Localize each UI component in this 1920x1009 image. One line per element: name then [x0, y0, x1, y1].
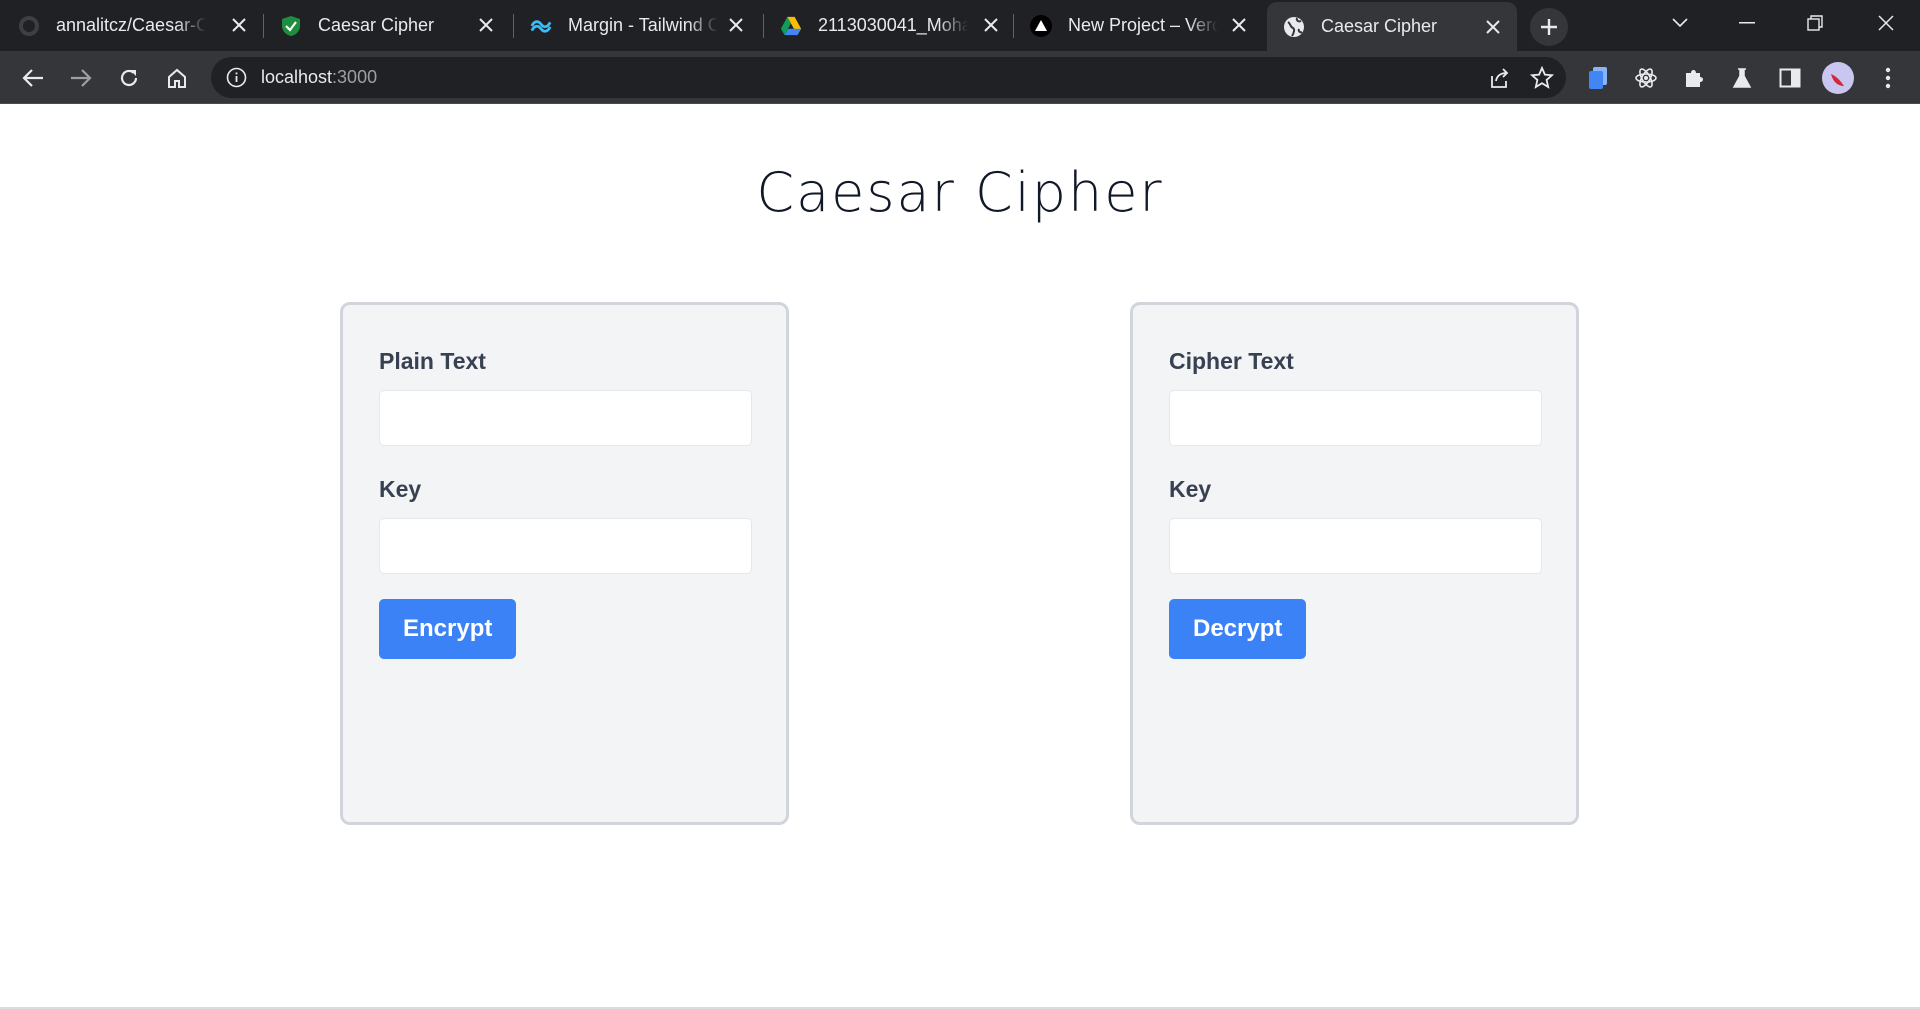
cipher-text-label: Cipher Text — [1169, 348, 1294, 374]
forward-button[interactable] — [65, 62, 97, 94]
cipher-text-input[interactable] — [1169, 390, 1542, 446]
page-title: Caesar Cipher — [756, 161, 1164, 224]
minimize-button[interactable] — [1727, 8, 1767, 38]
labs-button[interactable] — [1726, 62, 1758, 94]
more-vert-icon — [1885, 67, 1891, 89]
tab-vercel[interactable]: New Project – Verce — [1030, 0, 1263, 51]
decrypt-key-label: Key — [1169, 476, 1212, 502]
restore-button[interactable] — [1795, 8, 1835, 38]
address-bar[interactable]: localhost:3000 — [211, 57, 1566, 98]
minimize-icon — [1739, 22, 1755, 24]
back-button[interactable] — [17, 62, 49, 94]
url-port: :3000 — [332, 67, 378, 87]
restore-icon — [1807, 15, 1823, 31]
tab-separator — [1013, 14, 1014, 38]
arrow-right-icon — [71, 69, 92, 87]
profile-button[interactable] — [1822, 62, 1854, 94]
globe-icon — [1283, 16, 1305, 38]
encrypt-card: Plain Text Key Encrypt — [340, 302, 789, 825]
tab-tailwind-margin[interactable]: Margin - Tailwind C — [530, 0, 760, 51]
shield-icon — [280, 15, 302, 37]
tab-title: Caesar Cipher — [1321, 16, 1438, 36]
github-icon — [18, 15, 40, 37]
close-icon[interactable] — [981, 15, 1001, 35]
close-icon[interactable] — [726, 15, 746, 35]
decrypt-button[interactable]: Decrypt — [1169, 599, 1307, 659]
new-tab-button[interactable] — [1530, 8, 1568, 46]
share-icon[interactable] — [1488, 67, 1510, 94]
tab-title: 2113030041_Mohar — [818, 15, 968, 35]
close-icon[interactable] — [1483, 17, 1503, 37]
side-panel-icon — [1779, 68, 1801, 88]
arrow-left-icon — [22, 69, 43, 87]
encrypt-button[interactable]: Encrypt — [379, 599, 517, 659]
tab-strip: annalitcz/Caesar-Ci Caesar Cipher Margin… — [0, 0, 1920, 51]
tab-search-button[interactable] — [1660, 8, 1700, 38]
encrypt-key-label: Key — [379, 476, 422, 502]
encrypt-key-input[interactable] — [379, 518, 752, 574]
extension-button-docs[interactable] — [1582, 62, 1614, 94]
close-icon — [1878, 15, 1894, 31]
home-icon — [168, 68, 186, 88]
react-icon — [1635, 68, 1657, 88]
close-icon[interactable] — [229, 15, 249, 35]
tab-title: annalitcz/Caesar-Ci — [56, 15, 206, 35]
close-icon[interactable] — [476, 15, 496, 35]
tab-title: Margin - Tailwind C — [568, 15, 718, 35]
tab-caesar-cipher-active[interactable]: Caesar Cipher — [1267, 2, 1517, 51]
url-host: localhost — [261, 67, 333, 87]
tab-title: Caesar Cipher — [318, 15, 435, 35]
decrypt-card: Cipher Text Key Decrypt — [1130, 302, 1579, 825]
tab-github[interactable]: annalitcz/Caesar-Ci — [18, 0, 263, 51]
document-icon — [1589, 67, 1607, 89]
plain-text-label: Plain Text — [379, 348, 486, 374]
tab-separator — [763, 14, 764, 38]
extensions-button[interactable] — [1678, 62, 1710, 94]
plain-text-input[interactable] — [379, 390, 752, 446]
close-icon[interactable] — [1229, 15, 1249, 35]
extension-button-react[interactable] — [1630, 62, 1662, 94]
plus-icon — [1541, 19, 1557, 35]
tab-separator — [263, 14, 264, 38]
home-button[interactable] — [161, 62, 193, 94]
google-drive-icon — [780, 15, 802, 37]
side-panel-button[interactable] — [1774, 62, 1806, 94]
tab-caesar-cipher[interactable]: Caesar Cipher — [280, 0, 510, 51]
chevron-down-icon — [1672, 18, 1688, 28]
bookmark-star-icon[interactable] — [1529, 65, 1555, 95]
browser-toolbar: localhost:3000 — [0, 51, 1920, 104]
info-icon[interactable] — [226, 67, 247, 93]
close-window-button[interactable] — [1866, 8, 1906, 38]
page-content: Caesar Cipher Plain Text Key Encrypt Cip… — [0, 105, 1920, 1009]
reload-icon — [120, 69, 138, 87]
url-text: localhost:3000 — [261, 67, 377, 88]
flask-icon — [1732, 68, 1752, 88]
decrypt-key-input[interactable] — [1169, 518, 1542, 574]
menu-button[interactable] — [1872, 62, 1904, 94]
puzzle-icon — [1686, 70, 1703, 87]
tab-separator — [513, 14, 514, 38]
tab-google-drive[interactable]: 2113030041_Mohar — [780, 0, 1015, 51]
vercel-icon — [1030, 14, 1052, 37]
tailwind-icon — [530, 15, 552, 37]
avatar — [1822, 62, 1854, 94]
reload-button[interactable] — [113, 62, 145, 94]
tab-title: New Project – Verce — [1068, 15, 1218, 35]
